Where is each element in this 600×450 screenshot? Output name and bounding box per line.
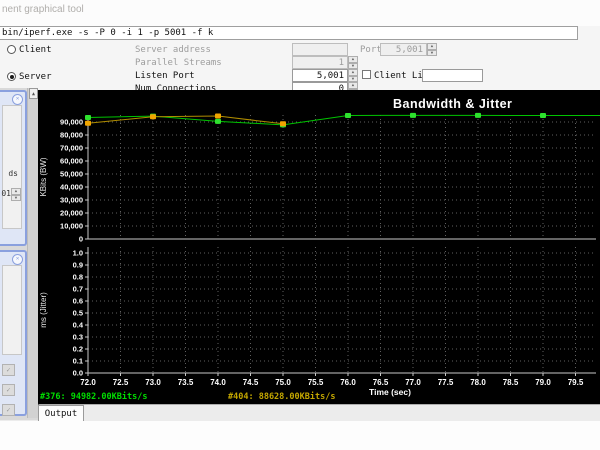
- listen-port-spinner[interactable]: ▲ ▼: [348, 69, 358, 82]
- parallel-streams-spinner: ▲ ▼: [348, 56, 358, 69]
- svg-text:76.0: 76.0: [340, 378, 356, 387]
- panel-content: ds 01 ▲ ▼: [1, 105, 22, 229]
- window-title: nent graphical tool: [2, 4, 84, 15]
- mode-settings-form: Client Server Server address Port 5,001 …: [0, 40, 600, 95]
- svg-text:0.5: 0.5: [73, 309, 83, 318]
- svg-text:76.5: 76.5: [373, 378, 389, 387]
- option-checkbox[interactable]: ✓: [2, 384, 15, 396]
- listen-port-field[interactable]: 5,001: [292, 69, 348, 82]
- svg-text:0.1: 0.1: [73, 357, 83, 366]
- sidebar-panel-mode: ✕ ds 01 ▲ ▼: [0, 90, 27, 246]
- svg-text:74.5: 74.5: [243, 378, 259, 387]
- svg-text:20,000: 20,000: [60, 209, 83, 218]
- svg-text:90,000: 90,000: [60, 118, 83, 127]
- panel-content: [2, 265, 22, 355]
- left-sidebar: ✕ ds 01 ▲ ▼ ✕ ✓ ✓ ✓ ▲: [0, 88, 38, 420]
- port-spinner: ▲ ▼: [427, 43, 437, 56]
- svg-text:79.5: 79.5: [568, 378, 584, 387]
- svg-text:Time (sec): Time (sec): [369, 387, 411, 397]
- server-radio[interactable]: [7, 72, 16, 81]
- panel-collapse-icon[interactable]: ✕: [12, 94, 23, 105]
- svg-text:77.5: 77.5: [438, 378, 454, 387]
- svg-text:0.9: 0.9: [73, 261, 83, 270]
- svg-text:70,000: 70,000: [60, 144, 83, 153]
- legend-item-2: #404: 88628.00KBits/s: [228, 392, 336, 402]
- sidebar-panel-options: ✕ ✓ ✓ ✓: [0, 250, 27, 416]
- svg-text:80,000: 80,000: [60, 131, 83, 140]
- svg-text:72.0: 72.0: [80, 378, 96, 387]
- svg-text:30,000: 30,000: [60, 196, 83, 205]
- svg-text:74.0: 74.0: [210, 378, 226, 387]
- svg-text:Bandwidth & Jitter: Bandwidth & Jitter: [393, 97, 512, 111]
- client-limit-field[interactable]: [422, 69, 483, 82]
- tab-output[interactable]: Output: [38, 405, 84, 421]
- svg-text:73.0: 73.0: [145, 378, 161, 387]
- svg-text:0.8: 0.8: [73, 273, 83, 282]
- svg-text:KBits (BW): KBits (BW): [39, 157, 48, 196]
- svg-text:0.6: 0.6: [73, 297, 83, 306]
- parallel-streams-field: 1: [292, 56, 348, 69]
- svg-text:0.4: 0.4: [73, 321, 84, 330]
- svg-text:ms (Jitter): ms (Jitter): [39, 292, 48, 328]
- svg-text:50,000: 50,000: [60, 170, 83, 179]
- svg-text:0: 0: [79, 235, 83, 244]
- panel-value-fragment: 01: [1, 189, 11, 198]
- scroll-up-arrow-icon[interactable]: ▲: [29, 88, 38, 99]
- svg-text:79.0: 79.0: [535, 378, 551, 387]
- bandwidth-jitter-chart: 72.0 72.5 73.0 73.5 74.0 74.5 75.0 75.5 76.0 76.5…: [38, 90, 600, 404]
- client-limit-checkbox[interactable]: [362, 70, 371, 79]
- listen-port-label: Listen Port: [135, 71, 195, 81]
- port-field: 5,001: [380, 43, 427, 56]
- panel-text-fragment: ds: [8, 169, 18, 178]
- legend-item-1: #376: 94982.00KBits/s: [40, 392, 148, 402]
- svg-text:75.5: 75.5: [308, 378, 324, 387]
- svg-text:77.0: 77.0: [405, 378, 421, 387]
- port-label: Port: [360, 45, 382, 55]
- svg-text:0.2: 0.2: [73, 345, 83, 354]
- svg-text:72.5: 72.5: [113, 378, 129, 387]
- svg-text:10,000: 10,000: [60, 222, 83, 231]
- panel-collapse-icon[interactable]: ✕: [12, 254, 23, 265]
- client-radio[interactable]: [7, 45, 16, 54]
- server-radio-label[interactable]: Server: [19, 72, 52, 82]
- svg-text:73.5: 73.5: [178, 378, 194, 387]
- parallel-streams-label: Parallel Streams: [135, 58, 222, 68]
- svg-text:0.0: 0.0: [73, 369, 83, 378]
- svg-text:0.3: 0.3: [73, 333, 83, 342]
- svg-text:78.5: 78.5: [503, 378, 519, 387]
- jperf-window: nent graphical tool Client Server Server…: [0, 0, 600, 450]
- chart-canvas: 72.0 72.5 73.0 73.5 74.0 74.5 75.0 75.5 76.0 76.5…: [39, 97, 600, 397]
- bottom-tab-bar: ··· Output: [0, 402, 600, 421]
- server-address-field: [292, 43, 348, 56]
- window-titlebar: nent graphical tool: [0, 0, 600, 26]
- svg-text:78.0: 78.0: [470, 378, 486, 387]
- server-address-label: Server address: [135, 45, 211, 55]
- svg-text:1.0: 1.0: [73, 249, 83, 258]
- output-panel: [0, 421, 600, 450]
- client-radio-label[interactable]: Client: [19, 45, 52, 55]
- option-checkbox[interactable]: ✓: [2, 404, 15, 416]
- svg-text:0.7: 0.7: [73, 285, 83, 294]
- iperf-command-input[interactable]: [0, 26, 578, 40]
- svg-text:60,000: 60,000: [60, 157, 83, 166]
- sidebar-scrollbar[interactable]: ▲: [27, 88, 38, 418]
- svg-text:75.0: 75.0: [275, 378, 291, 387]
- option-checkbox[interactable]: ✓: [2, 364, 15, 376]
- svg-text:40,000: 40,000: [60, 183, 83, 192]
- panel-spinner[interactable]: ▲ ▼: [11, 188, 21, 201]
